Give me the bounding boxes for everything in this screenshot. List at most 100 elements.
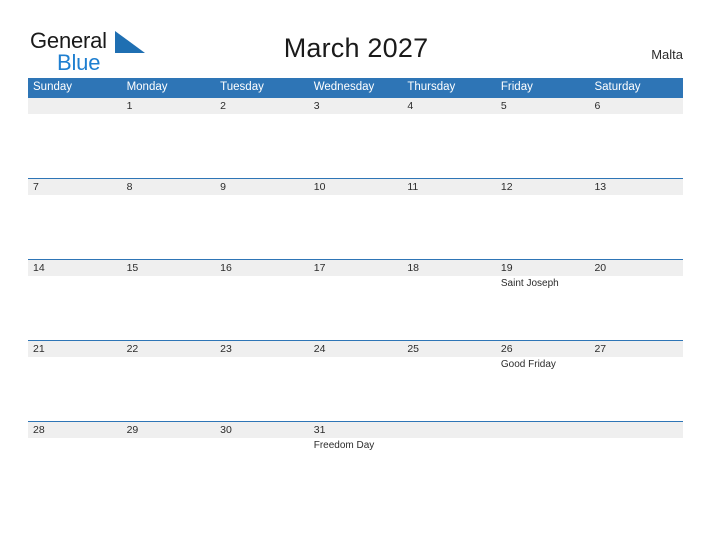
day-cell[interactable] xyxy=(215,438,309,501)
day-number[interactable]: 14 xyxy=(28,260,122,276)
day-cell[interactable] xyxy=(28,276,122,339)
day-cell[interactable] xyxy=(589,195,683,258)
day-cell[interactable] xyxy=(215,357,309,420)
day-cell[interactable]: Good Friday xyxy=(496,357,590,420)
day-number[interactable]: 17 xyxy=(309,260,403,276)
weekday-header-friday: Friday xyxy=(500,81,533,93)
day-number[interactable]: 31 xyxy=(309,422,403,438)
day-number[interactable]: 9 xyxy=(215,179,309,195)
day-cell[interactable] xyxy=(402,195,496,258)
week-row: 1 2 3 4 5 6 xyxy=(28,97,683,178)
day-number[interactable]: 10 xyxy=(309,179,403,195)
day-cell[interactable]: Freedom Day xyxy=(309,438,403,501)
day-event-label: Freedom Day xyxy=(313,440,375,451)
weekday-header-monday: Monday xyxy=(126,81,168,93)
day-number[interactable]: 1 xyxy=(122,98,216,114)
day-cell[interactable] xyxy=(496,114,590,177)
day-cell[interactable] xyxy=(309,195,403,258)
day-cell[interactable] xyxy=(28,114,122,177)
day-cell[interactable] xyxy=(402,438,496,501)
day-cell[interactable] xyxy=(28,195,122,258)
day-number[interactable] xyxy=(28,98,122,114)
weekday-header-tuesday: Tuesday xyxy=(220,81,264,93)
day-cell[interactable] xyxy=(589,357,683,420)
week-date-band: 14 15 16 17 18 19 20 xyxy=(28,260,683,276)
day-cell[interactable] xyxy=(122,195,216,258)
day-cell[interactable] xyxy=(28,438,122,501)
page-title: March 2027 xyxy=(283,33,429,63)
day-number[interactable]: 23 xyxy=(215,341,309,357)
day-number[interactable]: 15 xyxy=(122,260,216,276)
day-event-label: Saint Joseph xyxy=(500,278,559,289)
day-number[interactable]: 7 xyxy=(28,179,122,195)
page-header: General Blue March 2027 Malta xyxy=(0,0,712,78)
day-number[interactable] xyxy=(402,422,496,438)
day-number[interactable]: 4 xyxy=(402,98,496,114)
weekday-header-saturday: Saturday xyxy=(594,81,641,93)
day-number[interactable]: 11 xyxy=(402,179,496,195)
day-number[interactable]: 30 xyxy=(215,422,309,438)
day-cell[interactable] xyxy=(309,357,403,420)
weekday-header-sunday: Sunday xyxy=(33,81,73,93)
day-cell[interactable] xyxy=(215,195,309,258)
week-event-band: Good Friday xyxy=(28,357,683,420)
week-row: 14 15 16 17 18 19 20 Saint Joseph xyxy=(28,259,683,340)
week-event-band xyxy=(28,195,683,258)
day-cell[interactable]: Saint Joseph xyxy=(496,276,590,339)
day-cell[interactable] xyxy=(309,276,403,339)
day-cell[interactable] xyxy=(589,276,683,339)
day-number[interactable]: 28 xyxy=(28,422,122,438)
day-number[interactable] xyxy=(589,422,683,438)
week-date-band: 7 8 9 10 11 12 13 xyxy=(28,179,683,195)
calendar-grid: Sunday Monday Tuesday Wednesday Thursday… xyxy=(28,78,683,502)
day-cell[interactable] xyxy=(215,276,309,339)
day-cell[interactable] xyxy=(309,114,403,177)
day-number[interactable]: 24 xyxy=(309,341,403,357)
week-event-band: Freedom Day xyxy=(28,438,683,501)
day-number[interactable]: 18 xyxy=(402,260,496,276)
day-cell[interactable] xyxy=(122,114,216,177)
week-event-band: Saint Joseph xyxy=(28,276,683,339)
week-date-band: 28 29 30 31 xyxy=(28,422,683,438)
day-number[interactable]: 5 xyxy=(496,98,590,114)
day-number[interactable]: 19 xyxy=(496,260,590,276)
day-number[interactable]: 13 xyxy=(589,179,683,195)
day-cell[interactable] xyxy=(496,195,590,258)
day-cell[interactable] xyxy=(28,357,122,420)
day-number[interactable]: 21 xyxy=(28,341,122,357)
week-row: 21 22 23 24 25 26 27 Good Friday xyxy=(28,340,683,421)
day-cell[interactable] xyxy=(122,276,216,339)
week-date-band: 21 22 23 24 25 26 27 xyxy=(28,341,683,357)
day-cell[interactable] xyxy=(589,114,683,177)
week-row: 7 8 9 10 11 12 13 xyxy=(28,178,683,259)
day-number[interactable]: 27 xyxy=(589,341,683,357)
day-cell[interactable] xyxy=(122,438,216,501)
day-cell[interactable] xyxy=(402,114,496,177)
weekday-header-row: Sunday Monday Tuesday Wednesday Thursday… xyxy=(28,78,683,97)
day-number[interactable]: 29 xyxy=(122,422,216,438)
day-number[interactable]: 6 xyxy=(589,98,683,114)
day-number[interactable]: 16 xyxy=(215,260,309,276)
day-number[interactable]: 8 xyxy=(122,179,216,195)
week-event-band xyxy=(28,114,683,177)
week-date-band: 1 2 3 4 5 6 xyxy=(28,98,683,114)
day-cell[interactable] xyxy=(402,357,496,420)
day-cell[interactable] xyxy=(589,438,683,501)
day-number[interactable]: 12 xyxy=(496,179,590,195)
weekday-header-wednesday: Wednesday xyxy=(313,81,375,93)
country-label: Malta xyxy=(651,47,683,62)
day-number[interactable]: 26 xyxy=(496,341,590,357)
day-cell[interactable] xyxy=(402,276,496,339)
day-number[interactable]: 20 xyxy=(589,260,683,276)
day-number[interactable] xyxy=(496,422,590,438)
week-row: 28 29 30 31 Freedom Day xyxy=(28,421,683,502)
day-number[interactable]: 25 xyxy=(402,341,496,357)
weekday-header-thursday: Thursday xyxy=(407,81,456,93)
day-event-label: Good Friday xyxy=(500,359,556,370)
day-cell[interactable] xyxy=(122,357,216,420)
day-cell[interactable] xyxy=(496,438,590,501)
day-number[interactable]: 2 xyxy=(215,98,309,114)
day-cell[interactable] xyxy=(215,114,309,177)
day-number[interactable]: 3 xyxy=(309,98,403,114)
day-number[interactable]: 22 xyxy=(122,341,216,357)
